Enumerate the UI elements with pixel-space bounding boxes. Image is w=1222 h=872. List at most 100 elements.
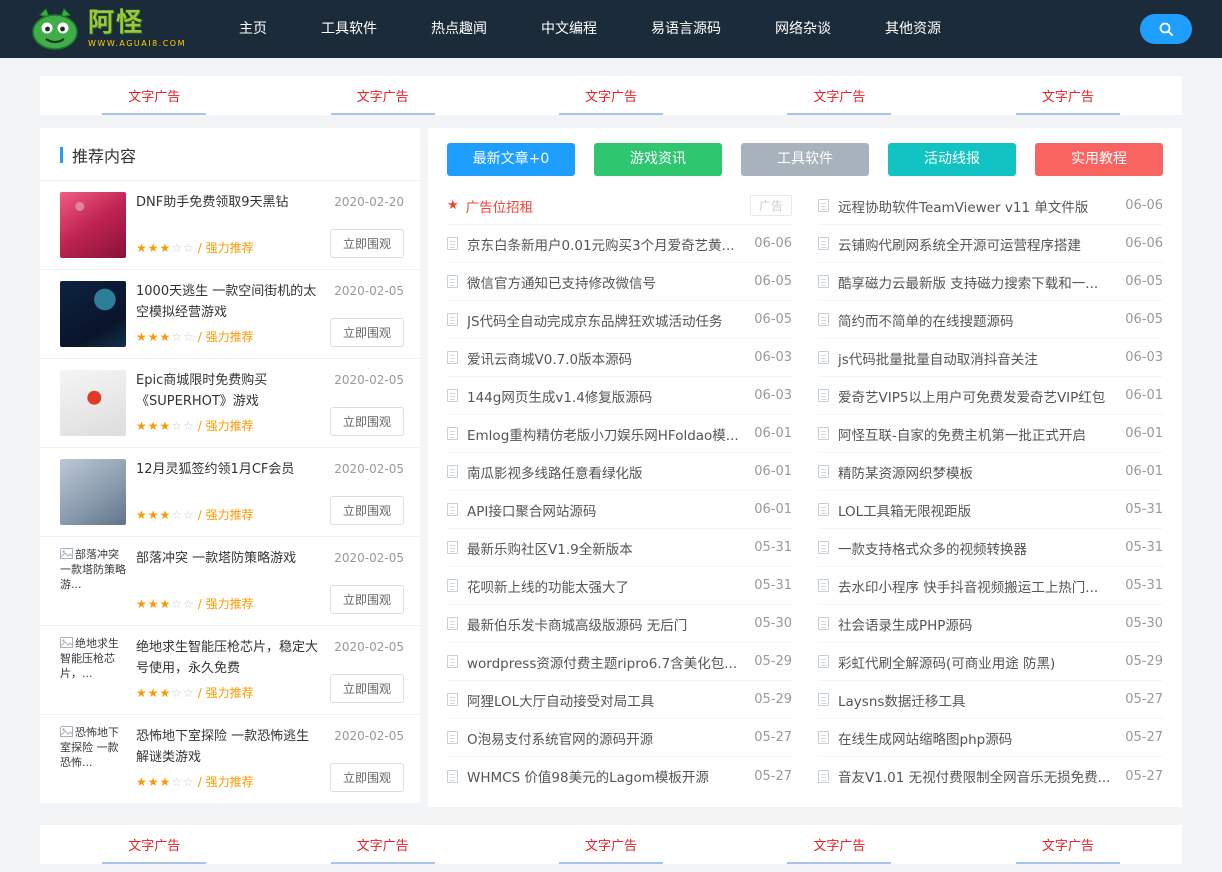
article-link[interactable]: 精防某资源网织梦模板	[838, 462, 1125, 482]
article-row: 酷享磁力云最新版 支持磁力搜索下载和一...06-05	[818, 263, 1163, 301]
article-thumbnail[interactable]	[60, 281, 126, 347]
text-ad-link[interactable]: 文字广告	[725, 76, 953, 115]
nav-item-other-resources[interactable]: 其他资源	[858, 0, 968, 58]
recommend-item-title[interactable]: 绝地求生智能压枪芯片，稳定大号使用，永久免费	[136, 638, 318, 680]
article-row: JS代码全自动完成京东品牌狂欢城活动任务06-05	[447, 301, 792, 339]
article-link[interactable]: 阿怪互联-自家的免费主机第一批正式开启	[838, 424, 1125, 444]
article-link[interactable]: wordpress资源付费主题ripro6.7含美化包...	[467, 652, 754, 672]
article-link[interactable]: 微信官方通知已支持修改微信号	[467, 272, 754, 292]
text-ad-link[interactable]: 文字广告	[725, 825, 953, 864]
ad-slot-link[interactable]: 广告位招租	[466, 196, 750, 216]
article-link[interactable]: js代码批量批量自动取消抖音关注	[838, 348, 1125, 368]
category-button-latest-articles[interactable]: 最新文章+0	[447, 143, 575, 176]
article-thumbnail[interactable]	[60, 459, 126, 525]
category-button-game-news[interactable]: 游戏资讯	[594, 143, 722, 176]
article-date: 06-01	[1125, 464, 1163, 479]
article-link[interactable]: 简约而不简单的在线搜题源码	[838, 310, 1125, 330]
recommend-item-title[interactable]: 部落冲突 一款塔防策略游戏	[136, 549, 318, 570]
document-icon	[818, 427, 829, 440]
article-link[interactable]: 爱奇艺VIP5以上用户可免费发爱奇艺VIP红包	[838, 386, 1125, 406]
text-ad-link[interactable]: 文字广告	[954, 76, 1182, 115]
document-icon	[447, 275, 458, 288]
watch-now-button[interactable]: 立即围观	[330, 318, 404, 347]
article-link[interactable]: 阿狸LOL大厅自动接受对局工具	[467, 690, 754, 710]
broken-thumbnail[interactable]: 恐怖地下室探险 一款恐怖...	[60, 726, 126, 792]
article-link[interactable]: API接口聚合网站源码	[467, 500, 754, 520]
category-button-activity-news[interactable]: 活动线报	[888, 143, 1016, 176]
recommend-item-title[interactable]: DNF助手免费领取9天黑钻	[136, 193, 318, 214]
text-ad-link[interactable]: 文字广告	[268, 76, 496, 115]
recommend-item-date: 2020-02-20	[334, 195, 404, 209]
logo-title: 阿怪	[88, 10, 186, 36]
recommend-item-date: 2020-02-05	[334, 373, 404, 387]
article-link[interactable]: 酷享磁力云最新版 支持磁力搜索下载和一...	[838, 272, 1125, 292]
article-row: API接口聚合网站源码06-01	[447, 491, 792, 529]
text-ad-link[interactable]: 文字广告	[954, 825, 1182, 864]
nav-item-easy-language-source[interactable]: 易语言源码	[624, 0, 748, 58]
article-thumbnail[interactable]	[60, 370, 126, 436]
recommend-item-title[interactable]: 1000天逃生 一款空间街机的太空模拟经营游戏	[136, 282, 318, 324]
recommend-item-title[interactable]: Epic商城限时免费购买《SUPERHOT》游戏	[136, 371, 318, 413]
article-link[interactable]: 最新乐购社区V1.9全新版本	[467, 538, 754, 558]
text-ad-link[interactable]: 文字广告	[268, 825, 496, 864]
article-row: 云铺购代刷网系统全开源可运营程序搭建06-06	[818, 225, 1163, 263]
watch-now-button[interactable]: 立即围观	[330, 674, 404, 703]
article-link[interactable]: 花呗新上线的功能太强大了	[467, 576, 754, 596]
watch-now-button[interactable]: 立即围观	[330, 585, 404, 614]
document-icon	[447, 427, 458, 440]
article-link[interactable]: 144g网页生成v1.4修复版源码	[467, 386, 754, 406]
star-icon: ★	[447, 198, 459, 213]
recommend-item-side: 2020-02-05 立即围观	[318, 726, 404, 792]
nav-item-tool-software[interactable]: 工具软件	[294, 0, 404, 58]
broken-thumbnail[interactable]: 绝地求生智能压枪芯片，...	[60, 637, 126, 703]
nav-item-home[interactable]: 主页	[212, 0, 294, 58]
watch-now-button[interactable]: 立即围观	[330, 763, 404, 792]
text-ad-link[interactable]: 文字广告	[40, 825, 268, 864]
nav-item-network-talk[interactable]: 网络杂谈	[748, 0, 858, 58]
recommend-panel: 推荐内容 DNF助手免费领取9天黑钻 ★★★☆☆/ 强力推荐 2020-02-2…	[40, 128, 420, 803]
category-button-practical-tutorials[interactable]: 实用教程	[1035, 143, 1163, 176]
category-button-tool-software[interactable]: 工具软件	[741, 143, 869, 176]
article-link[interactable]: O泡易支付系统官网的源码开源	[467, 728, 754, 748]
article-link[interactable]: LOL工具箱无限视距版	[838, 500, 1125, 520]
nav-item-hot-news[interactable]: 热点趣闻	[404, 0, 514, 58]
article-link[interactable]: 在线生成网站缩略图php源码	[838, 728, 1125, 748]
nav-item-chinese-programming[interactable]: 中文编程	[514, 0, 624, 58]
article-link[interactable]: 远程协助软件TeamViewer v11 单文件版	[838, 196, 1125, 216]
article-link[interactable]: 爱讯云商城V0.7.0版本源码	[467, 348, 754, 368]
recommend-item-title[interactable]: 恐怖地下室探险 一款恐怖逃生解谜类游戏	[136, 727, 318, 769]
article-link[interactable]: 最新伯乐发卡商城高级版源码 无后门	[467, 614, 754, 634]
article-date: 05-30	[754, 616, 792, 631]
article-link[interactable]: 音友V1.01 无视付费限制全网音乐无损免费...	[838, 766, 1125, 786]
recommend-item-date: 2020-02-05	[334, 551, 404, 565]
article-link[interactable]: 南瓜影视多线路任意看绿化版	[467, 462, 754, 482]
article-link[interactable]: 彩虹代刷全解源码(可商业用途 防黑)	[838, 652, 1125, 672]
broken-thumbnail[interactable]: 部落冲突 一款塔防策略游...	[60, 548, 126, 614]
article-link[interactable]: 京东白条新用户0.01元购买3个月爱奇艺黄...	[467, 234, 754, 254]
recommend-item: 12月灵狐签约领1月CF会员 ★★★☆☆/ 强力推荐 2020-02-05 立即…	[40, 448, 420, 537]
article-link[interactable]: WHMCS 价值98美元的Lagom模板开源	[467, 766, 754, 786]
recommend-item-title[interactable]: 12月灵狐签约领1月CF会员	[136, 460, 318, 481]
article-thumbnail[interactable]	[60, 192, 126, 258]
article-link[interactable]: 社会语录生成PHP源码	[838, 614, 1125, 634]
article-row: LOL工具箱无限视距版05-31	[818, 491, 1163, 529]
article-columns: ★ 广告位招租 广告 京东白条新用户0.01元购买3个月爱奇艺黄...06-06…	[447, 187, 1163, 795]
watch-now-button[interactable]: 立即围观	[330, 496, 404, 525]
article-link[interactable]: Laysns数据迁移工具	[838, 690, 1125, 710]
watch-now-button[interactable]: 立即围观	[330, 229, 404, 258]
recommend-item-side: 2020-02-05 立即围观	[318, 281, 404, 347]
site-logo[interactable]: 阿怪 WWW.AGUAI8.COM	[30, 7, 186, 51]
article-link[interactable]: 一款支持格式众多的视频转换器	[838, 538, 1125, 558]
text-ad-link[interactable]: 文字广告	[40, 76, 268, 115]
article-link[interactable]: JS代码全自动完成京东品牌狂欢城活动任务	[467, 310, 754, 330]
article-link[interactable]: Emlog重构精仿老版小刀娱乐网HFoldao模...	[467, 424, 754, 444]
text-ad-link[interactable]: 文字广告	[497, 76, 725, 115]
watch-now-button[interactable]: 立即围观	[330, 407, 404, 436]
article-link[interactable]: 云铺购代刷网系统全开源可运营程序搭建	[838, 234, 1125, 254]
rating-row: ★★★☆☆/ 强力推荐	[136, 417, 318, 436]
search-button[interactable]	[1140, 14, 1192, 44]
article-link[interactable]: 去水印小程序 快手抖音视频搬运工上热门...	[838, 576, 1125, 596]
logo-subtitle: WWW.AGUAI8.COM	[88, 39, 186, 48]
main-nav: 主页 工具软件 热点趣闻 中文编程 易语言源码 网络杂谈 其他资源	[212, 0, 968, 58]
text-ad-link[interactable]: 文字广告	[497, 825, 725, 864]
